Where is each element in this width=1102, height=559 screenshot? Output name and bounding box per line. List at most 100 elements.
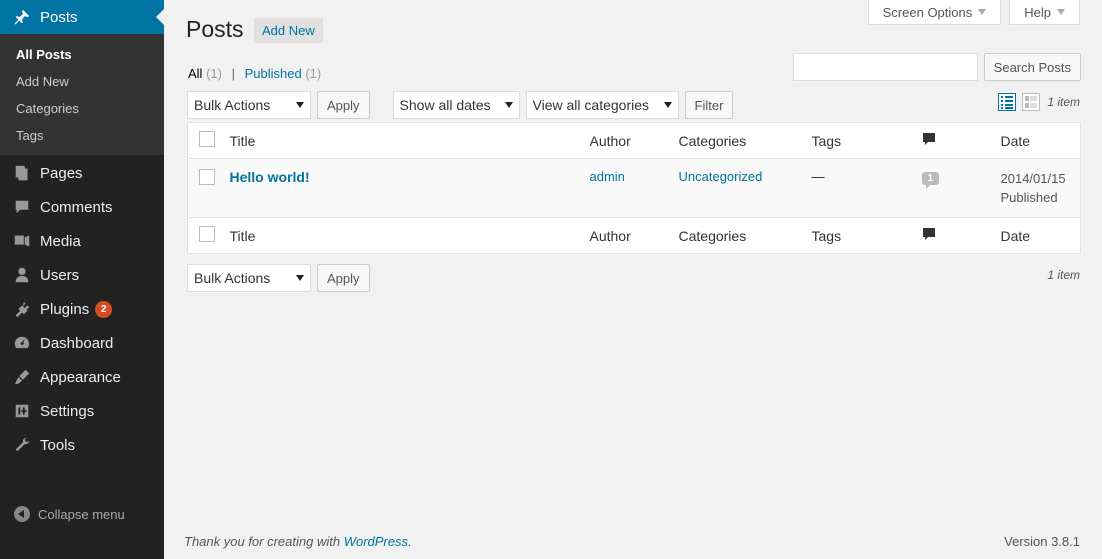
posts-submenu: All Posts Add New Categories Tags: [0, 34, 164, 155]
view-switch: [998, 93, 1040, 111]
column-author: Author: [589, 132, 631, 149]
plugins-icon: [12, 299, 32, 319]
column-tags: Tags: [811, 132, 842, 149]
items-count-bottom: 1 item: [1047, 268, 1080, 282]
menu-item-label: Tools: [40, 436, 76, 454]
column-comments-footer[interactable]: [922, 218, 1001, 254]
help-label: Help: [1024, 4, 1051, 20]
menu-item-label: Comments: [40, 198, 113, 216]
submenu-all-posts[interactable]: All Posts: [0, 41, 164, 68]
column-tags-footer: Tags: [811, 227, 842, 244]
tablenav-top: Bulk Actions Apply Show all dates View a…: [187, 91, 734, 119]
main-content: Screen Options Help Posts Add New All (1…: [164, 0, 1102, 559]
bulk-actions-select-bottom[interactable]: Bulk Actions: [187, 264, 311, 292]
table-header-row: Title Author Categories Tags Date: [187, 123, 1081, 159]
bulk-actions-select[interactable]: Bulk Actions: [187, 91, 311, 119]
column-title-footer[interactable]: Title: [230, 218, 590, 254]
column-categories-footer: Categories: [678, 227, 747, 244]
menu-item-label: Users: [40, 266, 80, 284]
admin-sidebar: Posts All Posts Add New Categories Tags …: [0, 0, 164, 559]
help-button[interactable]: Help: [1009, 0, 1080, 25]
column-title[interactable]: Title: [230, 123, 590, 159]
apply-button[interactable]: Apply: [317, 91, 370, 119]
users-icon: [12, 265, 32, 285]
media-icon: [12, 231, 32, 251]
menu-item-appearance[interactable]: Appearance: [0, 360, 164, 394]
bulk-actions-value: Bulk Actions: [194, 270, 271, 286]
tags-value: —: [811, 169, 825, 184]
collapse-menu-button[interactable]: Collapse menu: [14, 506, 125, 522]
footer-thankyou: Thank you for creating with WordPress.: [184, 534, 412, 549]
table-footer-row: Title Author Categories Tags Date: [187, 217, 1081, 254]
select-all-checkbox[interactable]: [199, 131, 215, 147]
menu-item-dashboard[interactable]: Dashboard: [0, 326, 164, 360]
settings-icon: [12, 401, 32, 421]
excerpt-view-icon[interactable]: [1022, 93, 1040, 111]
post-date: 2014/01/15: [1000, 171, 1066, 186]
post-title-link[interactable]: Hello world!: [230, 169, 310, 185]
status-filter-links: All (1) | Published (1): [188, 66, 321, 81]
categories-select[interactable]: View all categories: [525, 91, 679, 119]
select-all-checkbox-footer[interactable]: [199, 226, 215, 242]
filter-button[interactable]: Filter: [684, 91, 734, 119]
filter-all-link[interactable]: All (1): [188, 66, 222, 81]
column-date-footer[interactable]: Date: [1001, 218, 1081, 254]
comment-icon: [922, 133, 935, 145]
column-categories: Categories: [678, 132, 747, 149]
comment-icon: [922, 228, 935, 240]
chevron-down-icon: [504, 102, 513, 108]
search-box: Search Posts: [792, 53, 1081, 81]
menu-item-settings[interactable]: Settings: [0, 394, 164, 428]
dates-select[interactable]: Show all dates: [392, 91, 520, 119]
search-input[interactable]: [792, 53, 978, 81]
tablenav-bottom: Bulk Actions Apply: [187, 264, 370, 292]
bulk-actions-value: Bulk Actions: [194, 97, 271, 113]
chevron-down-icon: [663, 102, 672, 108]
menu-item-plugins[interactable]: Plugins 2: [0, 292, 164, 326]
items-count-top: 1 item: [1047, 95, 1080, 109]
author-link[interactable]: admin: [590, 169, 625, 184]
column-date[interactable]: Date: [1001, 123, 1081, 159]
wordpress-link[interactable]: WordPress: [344, 534, 408, 549]
row-checkbox[interactable]: [199, 169, 215, 185]
comments-icon: [12, 197, 32, 217]
menu-item-label: Media: [40, 232, 81, 250]
menu-item-label: Pages: [40, 164, 83, 182]
menu-item-comments[interactable]: Comments: [0, 190, 164, 224]
chevron-down-icon: [296, 102, 304, 108]
submenu-tags[interactable]: Tags: [0, 122, 164, 149]
appearance-icon: [12, 367, 32, 387]
menu-item-pages[interactable]: Pages: [0, 156, 164, 190]
table-row: Hello world! admin Uncategorized — 1 201…: [187, 158, 1081, 218]
dashboard-icon: [12, 333, 32, 353]
pages-icon: [12, 163, 32, 183]
dates-value: Show all dates: [399, 97, 491, 113]
categories-value: View all categories: [532, 97, 650, 113]
menu-item-label: Posts: [40, 8, 78, 26]
dropdown-arrow-icon: [1057, 9, 1065, 15]
column-comments[interactable]: [922, 123, 1001, 159]
menu-item-media[interactable]: Media: [0, 224, 164, 258]
chevron-down-icon: [296, 275, 304, 281]
category-link[interactable]: Uncategorized: [679, 169, 763, 184]
post-status: Published: [1000, 190, 1058, 205]
apply-button-bottom[interactable]: Apply: [317, 264, 370, 292]
menu-item-users[interactable]: Users: [0, 258, 164, 292]
filter-published-link[interactable]: Published (1): [245, 66, 322, 81]
add-new-button[interactable]: Add New: [254, 18, 323, 43]
menu-item-posts[interactable]: Posts: [0, 0, 164, 34]
submenu-add-new[interactable]: Add New: [0, 68, 164, 95]
menu-item-label: Appearance: [40, 368, 121, 386]
list-view-icon[interactable]: [998, 93, 1016, 111]
page-title: Posts: [186, 16, 244, 42]
posts-table: Title Author Categories Tags Date Hello …: [187, 122, 1081, 254]
search-posts-button[interactable]: Search Posts: [983, 53, 1081, 81]
screen-options-button[interactable]: Screen Options: [867, 0, 1002, 25]
menu-item-tools[interactable]: Tools: [0, 428, 164, 462]
screen-options-label: Screen Options: [882, 4, 973, 20]
submenu-categories[interactable]: Categories: [0, 95, 164, 122]
menu-item-label: Dashboard: [40, 334, 114, 352]
screen-meta-links: Screen Options Help: [867, 0, 1080, 25]
collapse-menu-label: Collapse menu: [38, 506, 125, 522]
comment-count-bubble[interactable]: 1: [921, 172, 940, 189]
